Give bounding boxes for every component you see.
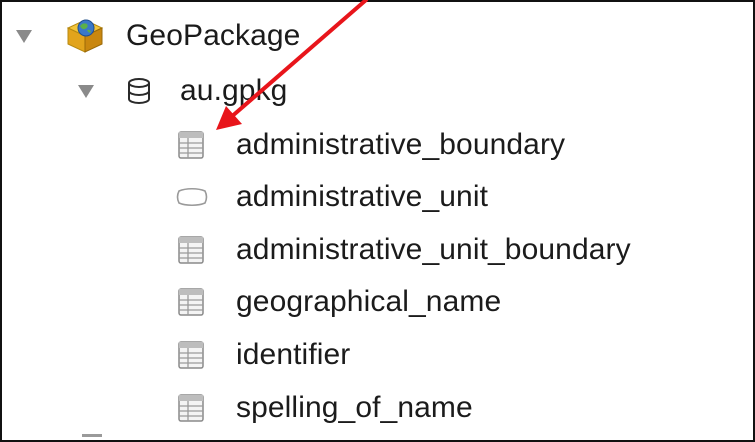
tree-item-label: au.gpkg	[180, 74, 288, 107]
tree-item-au-gpkg[interactable]: au.gpkg	[2, 65, 742, 117]
table-icon	[178, 394, 204, 422]
layer-item-identifier[interactable]: identifier	[2, 329, 742, 381]
expand-arrow-icon[interactable]	[78, 85, 94, 98]
layer-name: administrative_unit	[236, 180, 489, 213]
layer-name: identifier	[236, 338, 351, 371]
layer-item-geographical-name[interactable]: geographical_name	[2, 276, 742, 328]
layer-item-spelling-of-name[interactable]: spelling_of_name	[2, 382, 742, 434]
table-icon	[178, 236, 204, 264]
layer-name: geographical_name	[236, 285, 502, 318]
table-icon	[178, 341, 204, 369]
table-icon	[178, 288, 204, 316]
cut-off-next-item	[82, 434, 102, 437]
browser-panel: GeoPackage au.gpkg administrative_bounda…	[0, 0, 755, 442]
expand-arrow-icon[interactable]	[16, 30, 32, 43]
table-icon	[178, 131, 204, 159]
layer-name: spelling_of_name	[236, 391, 473, 424]
tree-item-label: GeoPackage	[126, 19, 301, 52]
polygon-layer-icon	[176, 187, 208, 207]
database-icon	[128, 78, 150, 104]
layer-item-administrative-boundary[interactable]: administrative_boundary	[2, 119, 742, 171]
layer-name: administrative_boundary	[236, 128, 566, 161]
layer-item-administrative-unit[interactable]: administrative_unit	[2, 171, 742, 223]
geopackage-provider-icon	[66, 19, 104, 53]
tree-item-geopackage[interactable]: GeoPackage	[2, 10, 742, 62]
layer-item-administrative-unit-boundary[interactable]: administrative_unit_boundary	[2, 224, 742, 276]
layer-name: administrative_unit_boundary	[236, 233, 631, 266]
